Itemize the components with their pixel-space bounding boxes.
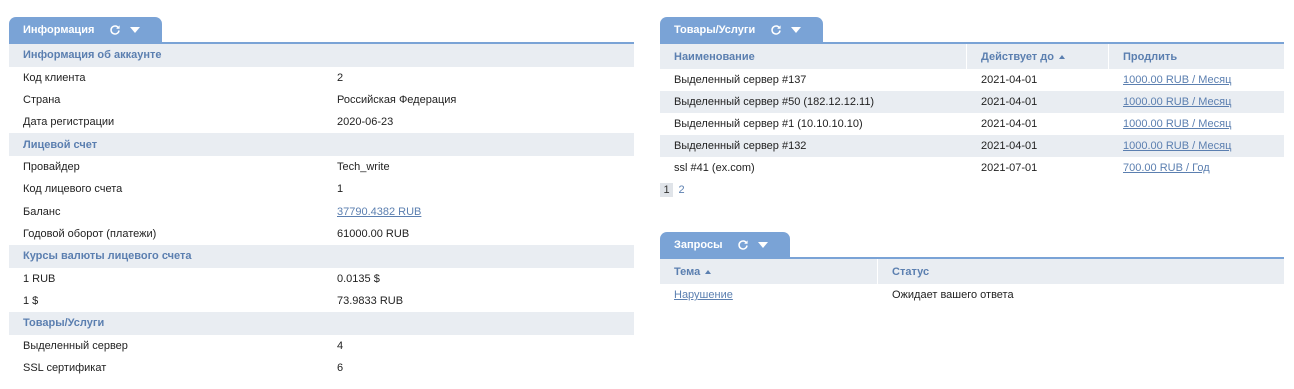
info-key: Баланс xyxy=(23,205,61,218)
info-key: 1 RUB xyxy=(23,272,56,285)
table-row[interactable]: ssl #41 (ex.com) 2021-07-01 700.00 RUB /… xyxy=(660,157,1284,179)
info-key: Дата регистрации xyxy=(23,116,115,129)
table-row[interactable]: Выделенный сервер #137 2021-04-01 1000.0… xyxy=(660,69,1284,91)
info-tab[interactable]: Информация xyxy=(9,17,163,42)
info-row: Код клиента 2 xyxy=(9,67,634,89)
info-value: 2020-06-23 xyxy=(337,116,394,129)
info-value: 6 xyxy=(337,362,344,375)
requests-panel: Запросы Тема Статус Нарушение Ожидает ва… xyxy=(660,232,1284,306)
renew-link[interactable]: 700.00 RUB / Год xyxy=(1123,162,1210,174)
info-row: Дата регистрации 2020-06-23 xyxy=(9,111,634,133)
info-key: Провайдер xyxy=(23,161,80,174)
caret-down-icon[interactable] xyxy=(756,238,770,252)
info-value: 4 xyxy=(337,339,344,352)
sort-ascending-icon xyxy=(1058,54,1065,59)
info-panel: Информация Информация об аккаунте Код кл… xyxy=(9,17,634,379)
section-account-info: Информация об аккаунте xyxy=(9,44,634,67)
info-row: Страна Российская Федерация xyxy=(9,89,634,111)
info-row: 1 $ 73.9833 RUB xyxy=(9,290,634,312)
info-value: 61000.00 RUB xyxy=(337,227,410,240)
info-key: SSL сертификат xyxy=(23,362,107,375)
column-header-label: Действует до xyxy=(981,50,1054,63)
info-row: Выделенный сервер 4 xyxy=(9,335,634,357)
column-header-status[interactable]: Статус xyxy=(878,259,1284,284)
pagination: 1 2 xyxy=(660,182,1284,198)
info-row: SSL сертификат 6 xyxy=(9,357,634,379)
refresh-icon[interactable] xyxy=(736,238,750,252)
service-valid-until: 2021-07-01 xyxy=(981,162,1038,174)
info-value: Российская Федерация xyxy=(337,93,457,106)
info-row: Баланс 37790.4382 RUB xyxy=(9,200,634,222)
info-value: 1 xyxy=(337,183,344,196)
service-name: Выделенный сервер #137 xyxy=(674,74,807,86)
column-header-valid-until[interactable]: Действует до xyxy=(967,44,1109,69)
requests-table-header: Тема Статус xyxy=(660,259,1284,284)
service-valid-until: 2021-04-01 xyxy=(981,96,1038,108)
renew-link[interactable]: 1000.00 RUB / Месяц xyxy=(1123,118,1231,130)
services-panel: Товары/Услуги Наименование Действует до … xyxy=(660,17,1284,198)
info-key: Страна xyxy=(23,93,61,106)
service-name: ssl #41 (ex.com) xyxy=(674,162,755,174)
renew-link[interactable]: 1000.00 RUB / Месяц xyxy=(1123,96,1231,108)
info-value: 0.0135 $ xyxy=(337,272,380,285)
info-tab-title: Информация xyxy=(23,23,95,36)
section-currency-rates: Курсы валюты лицевого счета xyxy=(9,245,634,268)
info-key: Выделенный сервер xyxy=(23,339,128,352)
caret-down-icon[interactable] xyxy=(789,23,803,37)
requests-tab[interactable]: Запросы xyxy=(660,232,791,257)
caret-down-icon[interactable] xyxy=(128,23,142,37)
column-header-name[interactable]: Наименование xyxy=(660,44,967,69)
info-row: Код лицевого счета 1 xyxy=(9,178,634,200)
table-row[interactable]: Выделенный сервер #132 2021-04-01 1000.0… xyxy=(660,135,1284,157)
table-row[interactable]: Нарушение Ожидает вашего ответа xyxy=(660,284,1284,306)
services-table-header: Наименование Действует до Продлить xyxy=(660,44,1284,69)
info-value: 73.9833 RUB xyxy=(337,295,404,308)
column-header-label: Тема xyxy=(674,265,701,278)
services-tab-title: Товары/Услуги xyxy=(674,23,756,36)
balance-link[interactable]: 37790.4382 RUB xyxy=(337,206,421,218)
refresh-icon[interactable] xyxy=(769,23,783,37)
refresh-icon[interactable] xyxy=(108,23,122,37)
column-header-theme[interactable]: Тема xyxy=(660,259,878,284)
service-name: Выделенный сервер #132 xyxy=(674,140,807,152)
info-key: 1 $ xyxy=(23,295,39,308)
info-key: Код лицевого счета xyxy=(23,183,123,196)
renew-link[interactable]: 1000.00 RUB / Месяц xyxy=(1123,74,1231,86)
info-key: Код клиента xyxy=(23,71,86,84)
section-personal-account: Лицевой счет xyxy=(9,133,634,156)
info-value: Tech_write xyxy=(337,161,390,174)
page-link[interactable]: 2 xyxy=(675,183,688,197)
renew-link[interactable]: 1000.00 RUB / Месяц xyxy=(1123,140,1231,152)
service-valid-until: 2021-04-01 xyxy=(981,140,1038,152)
info-row: Провайдер Tech_write xyxy=(9,156,634,178)
services-tab[interactable]: Товары/Услуги xyxy=(660,17,824,42)
request-theme-link[interactable]: Нарушение xyxy=(674,289,733,301)
table-row[interactable]: Выделенный сервер #50 (182.12.12.11) 202… xyxy=(660,91,1284,113)
table-row[interactable]: Выделенный сервер #1 (10.10.10.10) 2021-… xyxy=(660,113,1284,135)
info-value: 2 xyxy=(337,71,344,84)
info-key: Годовой оборот (платежи) xyxy=(23,227,157,240)
info-row: Годовой оборот (платежи) 61000.00 RUB xyxy=(9,223,634,245)
requests-tab-title: Запросы xyxy=(674,238,723,251)
request-status: Ожидает вашего ответа xyxy=(892,289,1014,301)
service-name: Выделенный сервер #1 (10.10.10.10) xyxy=(674,118,863,130)
sort-ascending-icon xyxy=(705,269,712,274)
column-header-renew[interactable]: Продлить xyxy=(1109,44,1284,69)
section-services-summary: Товары/Услуги xyxy=(9,312,634,335)
info-row: 1 RUB 0.0135 $ xyxy=(9,268,634,290)
service-valid-until: 2021-04-01 xyxy=(981,74,1038,86)
page-current[interactable]: 1 xyxy=(660,183,673,197)
service-valid-until: 2021-04-01 xyxy=(981,118,1038,130)
service-name: Выделенный сервер #50 (182.12.12.11) xyxy=(674,96,875,108)
